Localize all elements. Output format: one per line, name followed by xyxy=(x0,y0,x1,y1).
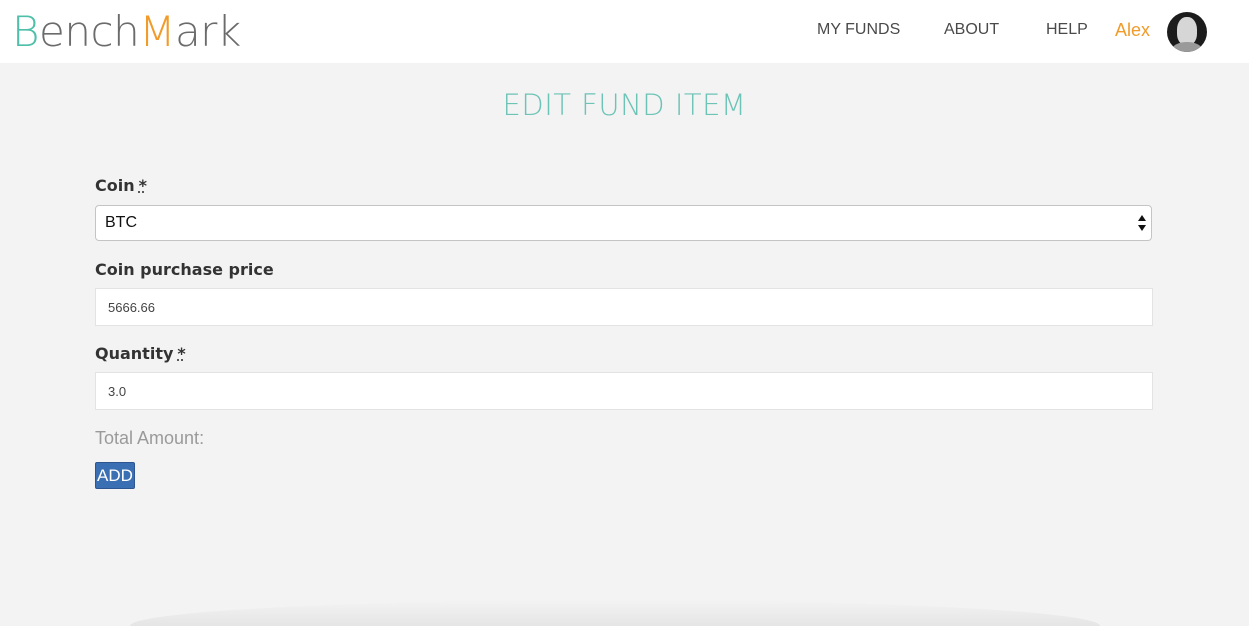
coin-select-value: BTC xyxy=(105,214,137,231)
coin-label: Coin * xyxy=(95,176,147,195)
quantity-input[interactable]: 3.0 xyxy=(95,372,1153,410)
coin-label-text: Coin xyxy=(95,176,135,195)
benchmark-logo[interactable]: BenchMark xyxy=(12,8,241,56)
nav-about-link[interactable]: ABOUT xyxy=(944,21,999,39)
coin-required-mark: * xyxy=(138,176,147,195)
add-button[interactable]: ADD xyxy=(95,462,135,489)
page-title: EDIT FUND ITEM xyxy=(502,88,747,122)
nav-my-funds-link[interactable]: MY FUNDS xyxy=(817,21,900,39)
purchase-price-label-text: Coin purchase price xyxy=(95,260,274,279)
nav-help-link[interactable]: HELP xyxy=(1046,21,1088,39)
quantity-required-mark: * xyxy=(177,344,186,363)
logo-letter-m: M xyxy=(139,7,175,56)
avatar-shoulders xyxy=(1171,42,1203,52)
user-name-link[interactable]: Alex xyxy=(1115,20,1150,41)
quantity-value: 3.0 xyxy=(108,384,127,399)
footer-shadow xyxy=(130,600,1100,626)
select-arrows-icon xyxy=(1138,215,1146,231)
top-navbar: BenchMark MY FUNDS ABOUT HELP Alex xyxy=(0,0,1249,63)
quantity-label: Quantity * xyxy=(95,344,186,363)
purchase-price-label: Coin purchase price xyxy=(95,260,274,279)
purchase-price-input[interactable]: 5666.66 xyxy=(95,288,1153,326)
avatar-face xyxy=(1177,17,1197,45)
avatar[interactable] xyxy=(1167,12,1207,52)
coin-select[interactable]: BTC xyxy=(95,205,1152,241)
purchase-price-value: 5666.66 xyxy=(108,300,155,315)
logo-text-ark: ark xyxy=(174,7,241,56)
logo-text-ench: ench xyxy=(39,7,140,56)
logo-letter-b: B xyxy=(12,7,40,56)
total-amount-label: Total Amount: xyxy=(95,428,205,448)
quantity-label-text: Quantity xyxy=(95,344,174,363)
